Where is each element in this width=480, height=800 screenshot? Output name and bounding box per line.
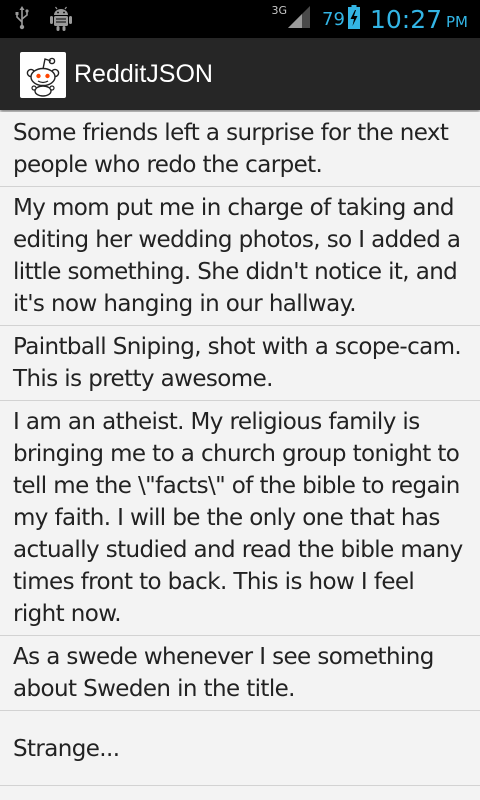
post-title: Some friends left a surprise for the nex…: [13, 120, 449, 178]
post-title: Paintball Sniping, shot with a scope-cam…: [13, 334, 462, 392]
post-title: My mom put me in charge of taking and ed…: [13, 195, 461, 317]
list-item[interactable]: Some friends left a surprise for the nex…: [0, 112, 480, 187]
list-item[interactable]: I am an atheist. My religious family is …: [0, 401, 480, 636]
battery-percent: 79: [322, 8, 345, 30]
status-bar: 3G 79 10:27 PM: [0, 0, 480, 38]
action-bar: RedditJSON: [0, 38, 480, 110]
signal-icon: [288, 6, 311, 32]
clock-time: 10:27: [369, 4, 442, 34]
status-indicators: 3G 79 10:27 PM: [272, 2, 468, 36]
post-list: Some friends left a surprise for the nex…: [0, 112, 480, 786]
list-item[interactable]: As a swede whenever I see something abou…: [0, 636, 480, 711]
list-item[interactable]: Paintball Sniping, shot with a scope-cam…: [0, 326, 480, 401]
status-notifications: [14, 6, 74, 36]
reddit-alien-icon[interactable]: [20, 52, 66, 98]
post-title: I am an atheist. My religious family is …: [13, 409, 463, 627]
app-title: RedditJSON: [74, 60, 213, 88]
battery-icon: [347, 5, 360, 33]
clock-ampm: PM: [446, 13, 468, 31]
network-type: 3G: [271, 3, 288, 17]
list-item[interactable]: Strange...: [0, 711, 480, 786]
post-title: Strange...: [13, 736, 120, 762]
post-title: As a swede whenever I see something abou…: [13, 644, 434, 702]
android-debug-icon: [48, 6, 74, 36]
list-item[interactable]: My mom put me in charge of taking and ed…: [0, 187, 480, 326]
usb-icon: [14, 6, 30, 36]
